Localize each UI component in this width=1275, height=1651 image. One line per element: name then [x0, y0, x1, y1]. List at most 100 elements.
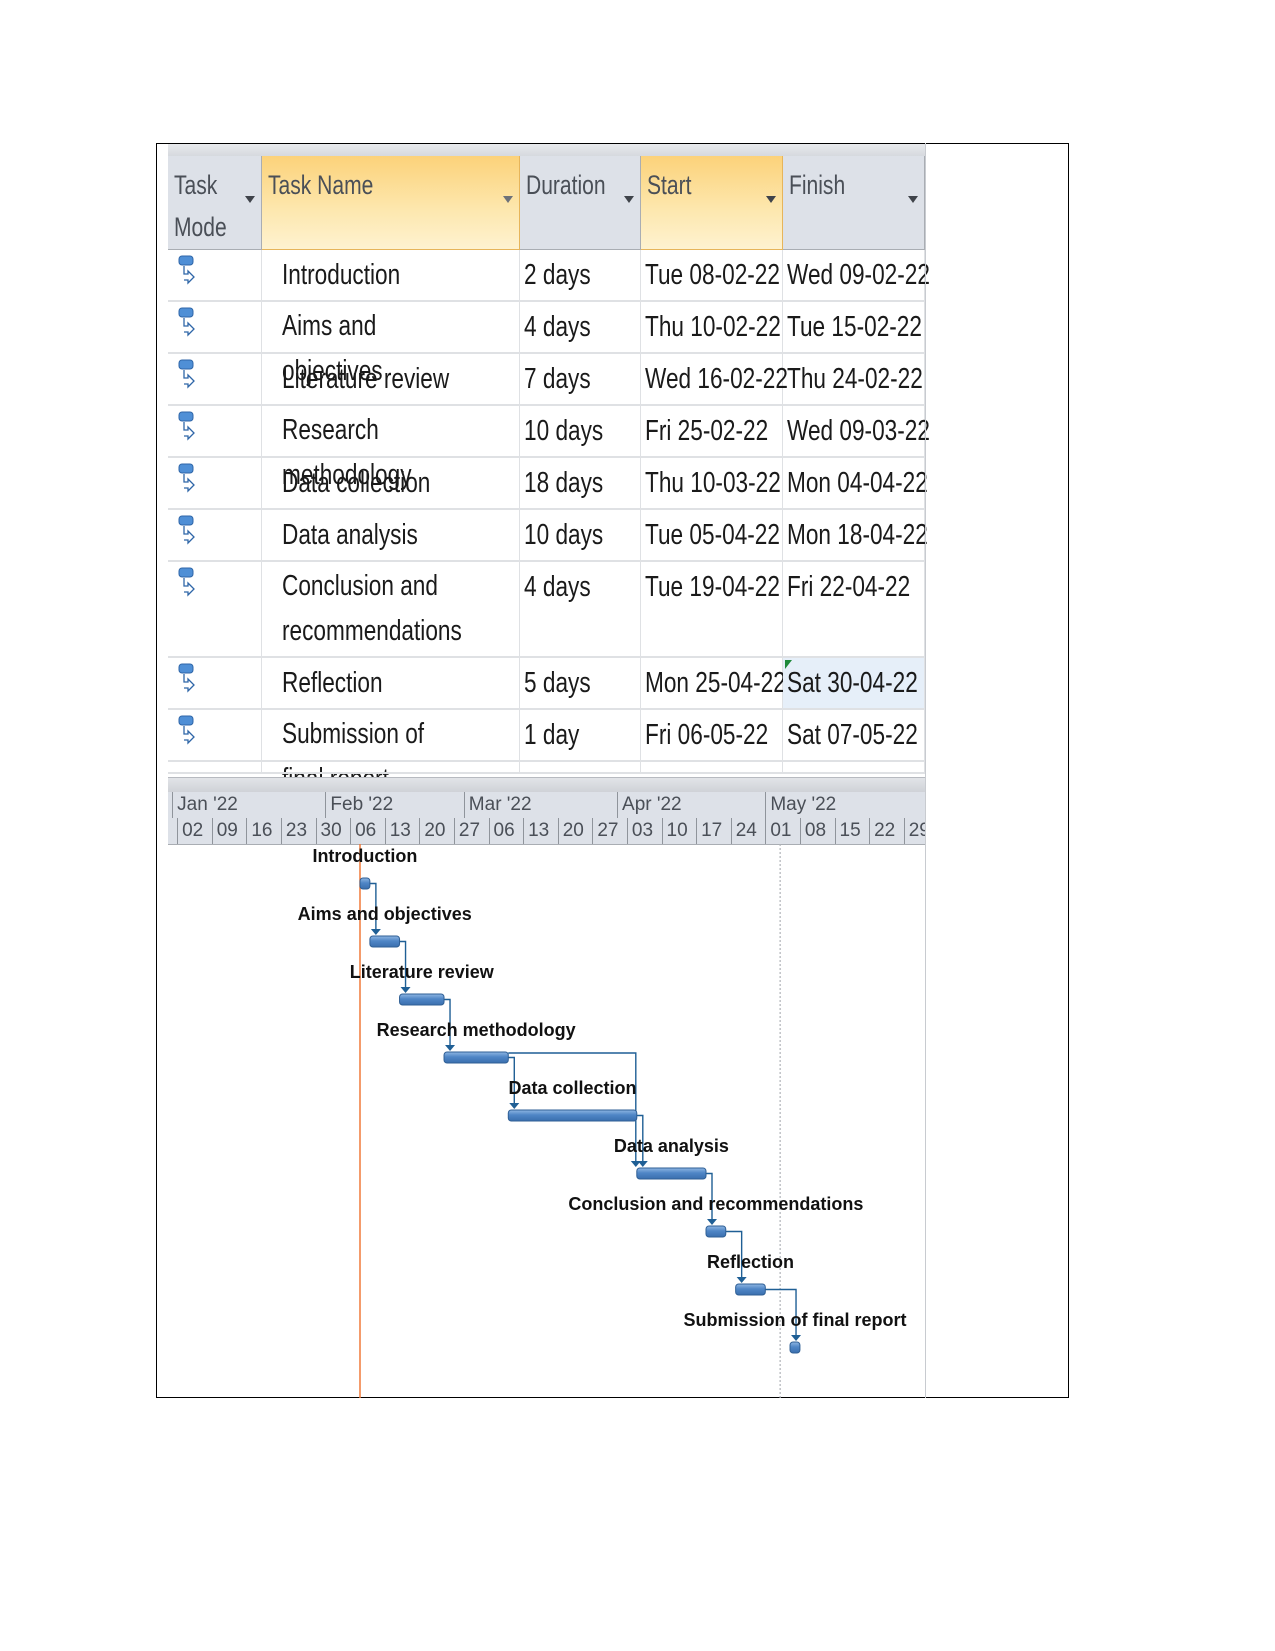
task-mode-cell[interactable]: [168, 250, 262, 300]
dropdown-arrow-icon[interactable]: [766, 196, 776, 203]
task-start-cell[interactable]: Wed 16-02-22: [641, 354, 788, 404]
task-mode-cell[interactable]: [168, 510, 262, 560]
dropdown-arrow-icon[interactable]: [624, 196, 634, 203]
task-row[interactable]: Conclusion and recommendations 4 days Tue …: [168, 562, 925, 658]
task-finish: Thu 24-02-22: [787, 363, 923, 395]
task-start-cell[interactable]: Thu 10-02-22: [641, 302, 783, 352]
task-name-cell[interactable]: Data collection: [262, 458, 520, 508]
column-header-task-name[interactable]: Task Name: [262, 156, 520, 250]
column-header-start[interactable]: Start: [641, 156, 783, 250]
gantt-bar[interactable]: [705, 1225, 727, 1238]
task-finish-cell[interactable]: Thu 24-02-22: [783, 354, 925, 404]
empty-row[interactable]: [168, 762, 925, 774]
timescale-month-label: May '22: [765, 792, 918, 818]
timescale-months: Jan '22 Feb '22 Mar '22 Apr '22 May '22: [168, 792, 925, 819]
task-row[interactable]: Data collection 18 days Thu 10-03-22 Mon 04…: [168, 458, 928, 510]
auto-scheduled-task-icon: [178, 307, 195, 337]
empty-cell[interactable]: [262, 762, 520, 772]
auto-scheduled-task-icon: [178, 411, 195, 441]
gantt-bar[interactable]: [359, 877, 371, 890]
task-mode-cell[interactable]: [168, 302, 262, 352]
gantt-bar[interactable]: [507, 1109, 638, 1122]
task-row[interactable]: Submission of final report1 day Fri 06-05…: [168, 710, 925, 795]
gantt-bar[interactable]: [443, 1051, 509, 1064]
gantt-bar-label: Submission of final report: [683, 1310, 906, 1330]
task-name-cell[interactable]: Literature review: [262, 354, 520, 404]
task-name-cell[interactable]: Reflection: [262, 658, 520, 708]
timescale-month-label: Apr '22: [617, 792, 765, 818]
task-name: Literature review: [282, 363, 450, 395]
task-duration: 4 days: [524, 311, 591, 343]
empty-cell[interactable]: [641, 762, 783, 772]
task-start-cell[interactable]: Tue 19-04-22: [641, 562, 783, 656]
task-row[interactable]: Introduction 2 days Tue 08-02-22 Wed 09-02-…: [168, 250, 930, 302]
horizontal-splitter[interactable]: [168, 777, 925, 793]
task-start-cell[interactable]: Tue 05-04-22: [641, 510, 783, 560]
column-header-duration[interactable]: Duration: [520, 156, 641, 250]
dropdown-arrow-icon[interactable]: [245, 196, 255, 203]
gantt-bar-label: Conclusion and recommendations: [568, 1194, 863, 1214]
task-row[interactable]: Reflection 5 days Mon 25-04-22 Sat 30-04-22: [168, 658, 925, 710]
task-start-cell[interactable]: Mon 25-04-22: [641, 658, 786, 708]
task-name-cell[interactable]: Introduction: [262, 250, 520, 300]
task-finish-cell[interactable]: Mon 18-04-22: [783, 510, 928, 560]
task-duration-cell[interactable]: 7 days: [520, 354, 641, 404]
task-duration-cell[interactable]: 5 days: [520, 658, 641, 708]
task-row[interactable]: Research methodology 10 days Fri 25-02-22 W…: [168, 406, 930, 491]
gantt-bar-label: Data analysis: [614, 1136, 729, 1156]
task-duration-cell[interactable]: 1 day: [520, 710, 641, 760]
timescale-week-label: 26: [168, 818, 177, 844]
task-start-cell[interactable]: Fri 06-05-22: [641, 710, 783, 760]
task-start-cell[interactable]: Fri 25-02-22: [641, 406, 783, 456]
task-finish: Tue 15-02-22: [787, 311, 922, 343]
task-row[interactable]: Aims and objectives 4 days Thu 10-02-22 Tue…: [168, 302, 925, 387]
task-mode-cell[interactable]: [168, 562, 262, 656]
task-mode-cell[interactable]: [168, 406, 262, 456]
dropdown-arrow-icon[interactable]: [503, 196, 513, 203]
task-finish-cell[interactable]: Wed 09-02-22: [783, 250, 930, 300]
task-name-cell[interactable]: Conclusion and recommendations: [262, 562, 520, 656]
task-start: Tue 08-02-22: [645, 259, 780, 291]
task-duration-cell[interactable]: 4 days: [520, 302, 641, 352]
task-name-cell[interactable]: Research methodology: [262, 406, 520, 491]
task-duration-cell[interactable]: 18 days: [520, 458, 641, 508]
task-mode-cell[interactable]: [168, 354, 262, 404]
task-finish-cell[interactable]: Sat 07-05-22: [783, 710, 925, 760]
task-duration-cell[interactable]: 2 days: [520, 250, 641, 300]
dropdown-arrow-icon[interactable]: [908, 196, 918, 203]
task-name-cell[interactable]: Submission of final report: [262, 710, 520, 795]
task-duration-cell[interactable]: 4 days: [520, 562, 641, 656]
task-finish-cell[interactable]: Wed 09-03-22: [783, 406, 930, 456]
task-finish-cell[interactable]: Sat 30-04-22: [783, 658, 925, 708]
task-row[interactable]: Literature review 7 days Wed 16-02-22 Thu 2…: [168, 354, 925, 406]
empty-cell[interactable]: [520, 762, 641, 772]
task-duration-cell[interactable]: 10 days: [520, 510, 641, 560]
gantt-bar-label: Literature review: [350, 962, 495, 982]
pane-divider[interactable]: [925, 143, 926, 1398]
task-duration: 1 day: [524, 719, 580, 751]
task-duration: 10 days: [524, 415, 604, 447]
column-header-finish[interactable]: Finish: [783, 156, 925, 250]
task-mode-cell[interactable]: [168, 658, 262, 708]
column-header-task-mode[interactable]: Task Mode: [168, 156, 262, 250]
empty-cell[interactable]: [783, 762, 925, 772]
task-name-cell[interactable]: Data analysis: [262, 510, 520, 560]
task-start-cell[interactable]: Tue 08-02-22: [641, 250, 783, 300]
task-finish-cell[interactable]: Mon 04-04-22: [783, 458, 928, 508]
task-duration-cell[interactable]: 10 days: [520, 406, 641, 456]
gantt-bar[interactable]: [399, 993, 445, 1006]
task-finish-cell[interactable]: Fri 22-04-22: [783, 562, 925, 656]
empty-cell[interactable]: [168, 762, 262, 772]
timescale-week-label: 20: [557, 818, 593, 844]
gantt-bar[interactable]: [369, 935, 401, 948]
task-mode-cell[interactable]: [168, 458, 262, 508]
gantt-bar[interactable]: [636, 1167, 707, 1180]
task-start-cell[interactable]: Thu 10-03-22: [641, 458, 783, 508]
task-mode-cell[interactable]: [168, 710, 262, 760]
gantt-bar[interactable]: [735, 1283, 766, 1296]
task-finish-cell[interactable]: Tue 15-02-22: [783, 302, 925, 352]
task-name: Data analysis: [282, 519, 418, 551]
task-name-cell[interactable]: Aims and objectives: [262, 302, 520, 387]
task-row[interactable]: Data analysis 10 days Tue 05-04-22 Mon 18-0…: [168, 510, 928, 562]
gantt-bar[interactable]: [789, 1341, 801, 1354]
